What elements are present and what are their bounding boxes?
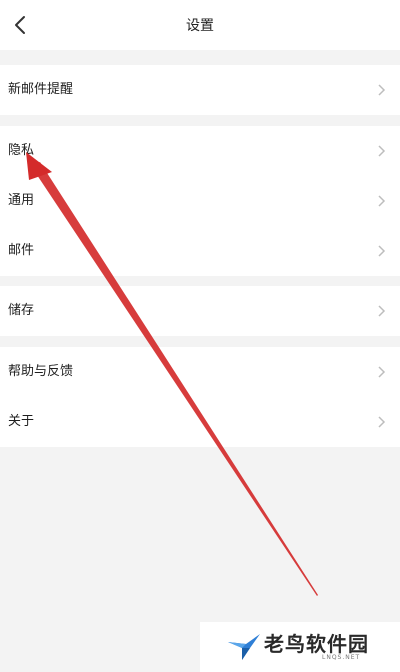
- setting-item-label: 储存: [8, 303, 35, 318]
- setting-item-label: 邮件: [8, 243, 35, 258]
- watermark-subtext: LNQS.NET: [322, 654, 361, 661]
- setting-item-help-feedback[interactable]: 帮助与反馈: [0, 347, 400, 397]
- setting-item-label: 关于: [8, 414, 35, 429]
- setting-item-label: 通用: [8, 193, 35, 208]
- setting-item-label: 帮助与反馈: [8, 364, 74, 379]
- settings-group-notifications: 新邮件提醒: [0, 65, 400, 115]
- page-title: 设置: [186, 18, 214, 34]
- chevron-right-icon: [378, 416, 386, 428]
- setting-item-about[interactable]: 关于: [0, 397, 400, 447]
- setting-item-new-mail-alert[interactable]: 新邮件提醒: [0, 65, 400, 115]
- settings-group-storage: 储存: [0, 286, 400, 336]
- setting-item-mail[interactable]: 邮件: [0, 226, 400, 276]
- chevron-right-icon: [378, 305, 386, 317]
- settings-screen: 设置 新邮件提醒 隐私 通用 邮件 储存 帮助与反馈 关于 老鸟软件园 LNQS…: [0, 0, 400, 672]
- back-button[interactable]: [0, 0, 40, 50]
- setting-item-general[interactable]: 通用: [0, 176, 400, 226]
- chevron-right-icon: [378, 84, 386, 96]
- settings-group-help: 帮助与反馈 关于: [0, 347, 400, 447]
- chevron-right-icon: [378, 195, 386, 207]
- bird-logo-icon: [228, 634, 260, 660]
- setting-item-label: 隐私: [8, 143, 35, 158]
- setting-item-label: 新邮件提醒: [8, 82, 74, 97]
- watermark-text: 老鸟软件园: [264, 632, 369, 656]
- top-bar: 设置: [0, 0, 400, 50]
- chevron-right-icon: [378, 366, 386, 378]
- watermark: 老鸟软件园 LNQS.NET: [200, 622, 400, 672]
- setting-item-privacy[interactable]: 隐私: [0, 126, 400, 176]
- settings-group-general: 隐私 通用 邮件: [0, 126, 400, 276]
- chevron-right-icon: [378, 145, 386, 157]
- chevron-left-icon: [15, 16, 25, 34]
- setting-item-storage[interactable]: 储存: [0, 286, 400, 336]
- chevron-right-icon: [378, 245, 386, 257]
